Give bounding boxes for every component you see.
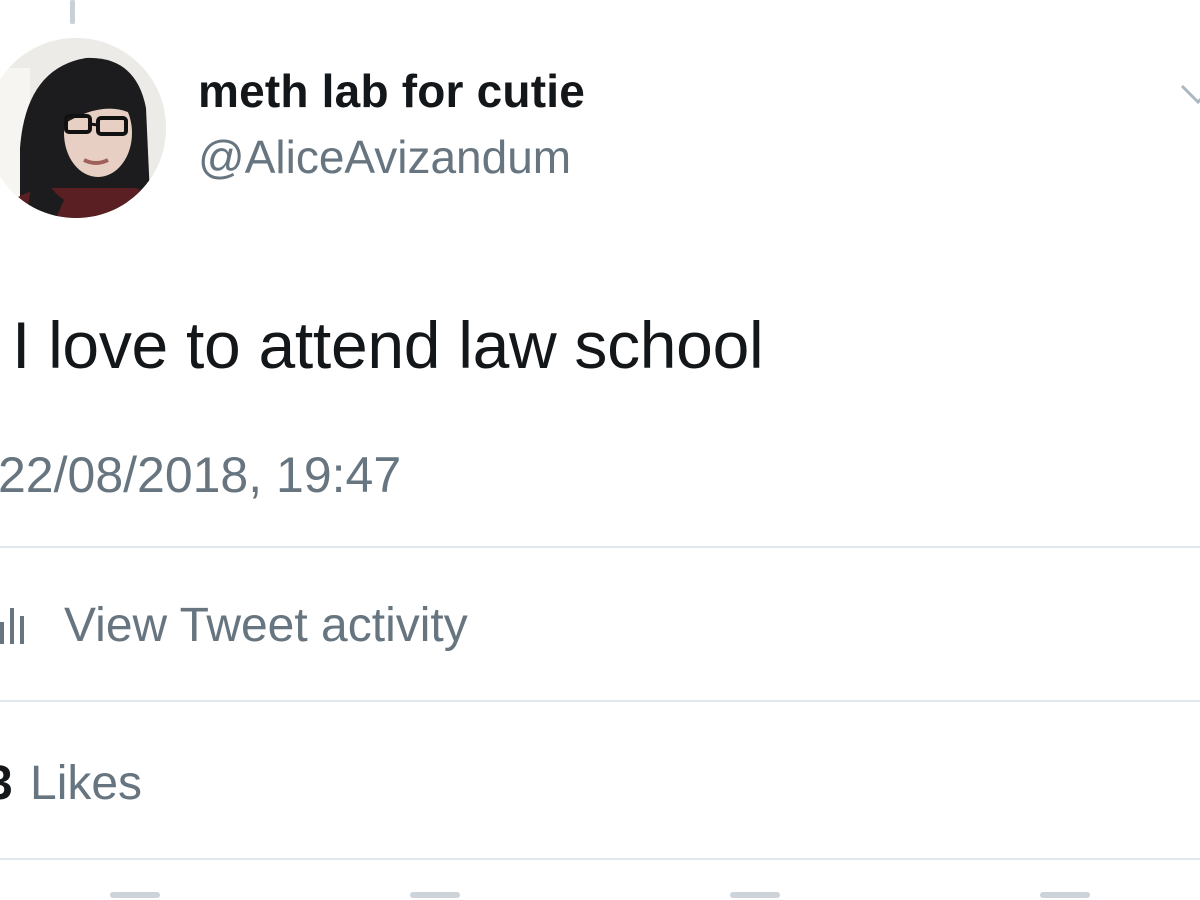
view-tweet-activity-label: View Tweet activity <box>64 599 468 652</box>
share-icon[interactable] <box>1040 892 1090 898</box>
tweet-action-bar <box>0 862 1200 900</box>
avatar[interactable] <box>0 38 166 218</box>
thread-connector-line <box>70 0 75 24</box>
retweet-icon[interactable] <box>410 892 460 898</box>
chevron-down-icon[interactable] <box>1178 78 1200 108</box>
tweet-detail-view: meth lab for cutie @AliceAvizandum I lov… <box>0 0 1200 900</box>
tweet-timestamp[interactable]: 22/08/2018, 19:47 <box>0 446 401 504</box>
reply-icon[interactable] <box>110 892 160 898</box>
likes-count: 3 <box>0 756 13 811</box>
avatar-image <box>0 38 166 218</box>
user-handle[interactable]: @AliceAvizandum <box>198 130 571 184</box>
likes-row[interactable]: 3 Likes <box>0 704 1200 858</box>
divider <box>0 700 1200 702</box>
display-name[interactable]: meth lab for cutie <box>198 64 585 118</box>
like-icon[interactable] <box>730 892 780 898</box>
divider <box>0 858 1200 860</box>
tweet-text: I love to attend law school <box>12 308 764 382</box>
view-tweet-activity-button[interactable]: View Tweet activity <box>0 552 1200 700</box>
likes-label: Likes <box>30 757 143 810</box>
bar-chart-icon <box>0 608 24 644</box>
divider <box>0 546 1200 548</box>
